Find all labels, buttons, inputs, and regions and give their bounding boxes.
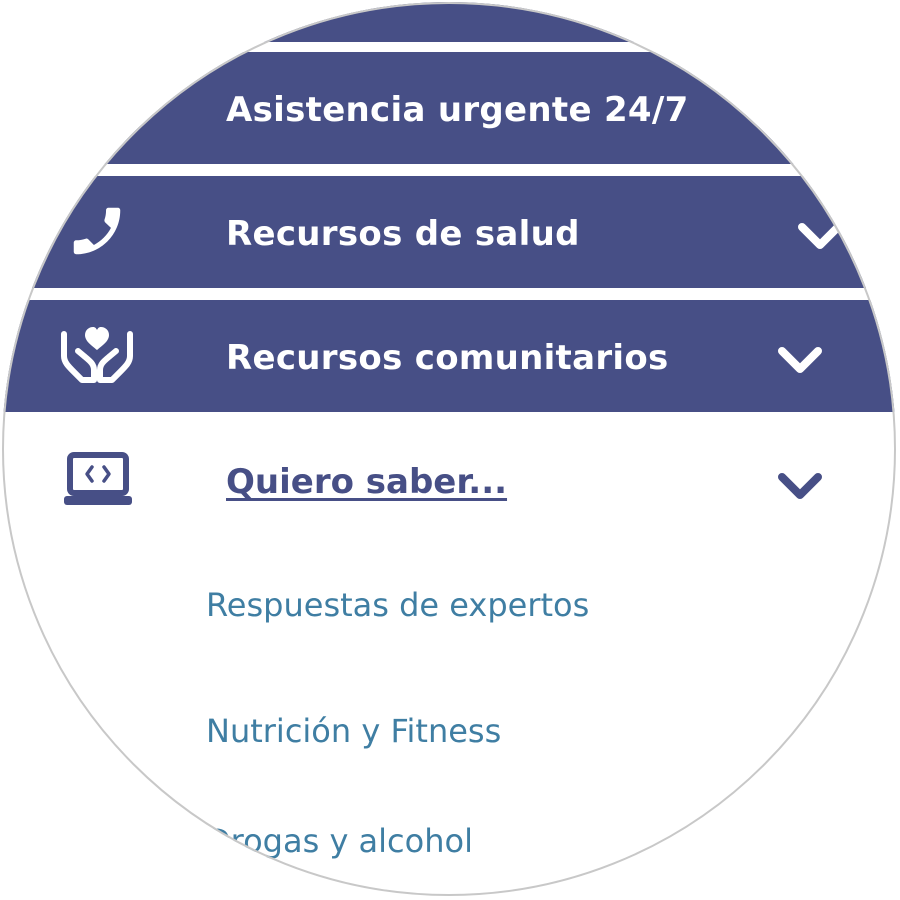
menu-item-asistencia-urgente[interactable]: Asistencia urgente 24/7 (2, 52, 896, 164)
magnified-lens: Asistencia urgente 24/7 Recursos de salu… (2, 2, 896, 896)
chevron-down-icon[interactable] (776, 344, 824, 376)
zoomed-menu-view: Asistencia urgente 24/7 Recursos de salu… (0, 0, 900, 900)
chevron-down-icon[interactable] (776, 470, 824, 502)
helping-hands-heart-icon (61, 327, 133, 383)
submenu-item-nutricion-fitness[interactable]: Nutrición y Fitness (206, 712, 501, 750)
menu-item-recursos-comunitarios[interactable]: Recursos comunitarios (2, 300, 896, 412)
chevron-down-icon[interactable] (796, 220, 844, 252)
menu-item-label: Recursos comunitarios (226, 338, 669, 378)
menu-item-recursos-salud[interactable]: Recursos de salud (2, 176, 896, 288)
menu-item-previous-partial[interactable] (2, 2, 896, 42)
submenu-item-respuestas-expertos[interactable]: Respuestas de expertos (206, 586, 589, 624)
menu-item-quiero-saber[interactable]: Quiero saber... (2, 412, 896, 530)
menu-item-label: Recursos de salud (226, 214, 580, 254)
menu-item-label: Asistencia urgente 24/7 (226, 90, 689, 130)
laptop-code-icon (64, 452, 132, 505)
submenu-item-drogas-alcohol[interactable]: Drogas y alcohol (206, 822, 473, 860)
menu-item-label[interactable]: Quiero saber... (226, 462, 507, 502)
phone-icon (73, 207, 121, 255)
